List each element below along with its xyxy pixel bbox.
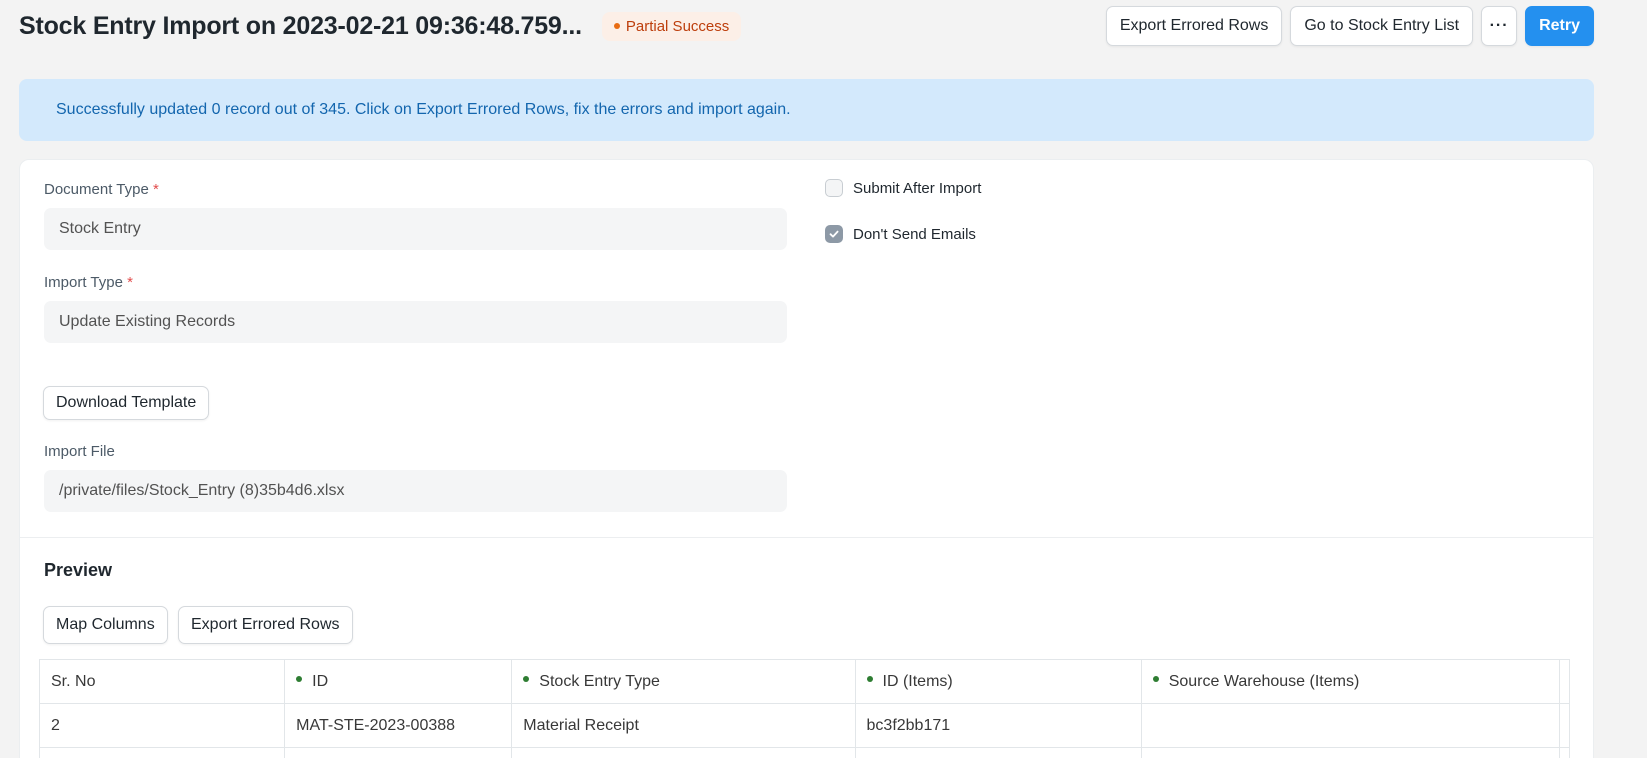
column-header-label: Source Warehouse (Items): [1168, 672, 1360, 690]
document-type-field[interactable]: Stock Entry: [44, 208, 787, 250]
column-header-label: ID: [312, 672, 329, 690]
mapped-dot-icon: [866, 676, 873, 683]
column-header-label: Sr. No: [51, 672, 96, 690]
page-title: Stock Entry Import on 2023-02-21 09:36:4…: [19, 11, 582, 40]
submit-after-import-row[interactable]: Submit After Import: [825, 179, 981, 197]
column-header-label: ID (Items): [882, 672, 953, 690]
download-template-button[interactable]: Download Template: [43, 386, 210, 420]
table-cell: [38, 747, 286, 758]
preview-table: Sr. No ID Stock Entry Type ID (Items) So…: [38, 659, 1571, 758]
table-cell-source-warehouse: [1140, 703, 1560, 748]
table-cell-overflow: [1558, 747, 1571, 758]
table-cell-sr-no: 2: [38, 703, 286, 748]
go-to-stock-entry-list-button[interactable]: Go to Stock Entry List: [1290, 6, 1474, 46]
document-type-label-text: Document Type: [44, 181, 149, 198]
more-actions-button[interactable]: ···: [1481, 6, 1518, 46]
import-file-label: Import File: [44, 443, 115, 460]
form-card: Document Type * Stock Entry Import Type …: [19, 159, 1594, 758]
page-head: Stock Entry Import on 2023-02-21 09:36:4…: [19, 0, 1594, 52]
export-errored-rows-button[interactable]: Export Errored Rows: [1105, 6, 1283, 46]
table-cell: [284, 747, 513, 758]
table-cell-stock-entry-type: Material Receipt: [511, 703, 856, 748]
status-badge: Partial Success: [601, 11, 742, 41]
required-marker: *: [152, 181, 159, 198]
column-header-sr-no[interactable]: Sr. No: [38, 659, 286, 704]
preview-section-title: Preview: [44, 560, 113, 580]
dont-send-emails-label: Don't Send Emails: [853, 225, 976, 243]
import-type-value: Update Existing Records: [59, 313, 236, 330]
column-header-id-items[interactable]: ID (Items): [854, 659, 1142, 704]
document-type-label: Document Type *: [44, 181, 159, 198]
submit-after-import-checkbox[interactable]: [825, 179, 843, 197]
mapped-dot-icon: [1152, 676, 1159, 683]
table-row: [38, 747, 1571, 758]
page-actions: Export Errored Rows Go to Stock Entry Li…: [1105, 6, 1594, 46]
table-header-row: Sr. No ID Stock Entry Type ID (Items) So…: [38, 659, 1571, 704]
status-label: Partial Success: [625, 17, 730, 35]
table-cell: [511, 747, 856, 758]
mapped-dot-icon: [296, 676, 303, 683]
column-header-source-warehouse-items[interactable]: Source Warehouse (Items): [1140, 659, 1560, 704]
retry-button[interactable]: Retry: [1525, 6, 1594, 46]
preview-export-errored-rows-button[interactable]: Export Errored Rows: [178, 606, 353, 644]
import-type-label-text: Import Type: [44, 274, 123, 291]
map-columns-button[interactable]: Map Columns: [43, 606, 168, 644]
check-icon: [829, 230, 839, 238]
title-wrap: Stock Entry Import on 2023-02-21 09:36:4…: [19, 11, 742, 41]
dont-send-emails-row[interactable]: Don't Send Emails: [825, 225, 976, 243]
column-header-label: Stock Entry Type: [539, 672, 660, 690]
import-type-field[interactable]: Update Existing Records: [44, 301, 787, 343]
import-status-alert: Successfully updated 0 record out of 345…: [19, 79, 1594, 141]
alert-message: Successfully updated 0 record out of 345…: [56, 101, 791, 118]
submit-after-import-label: Submit After Import: [853, 179, 982, 197]
status-dot-icon: [613, 23, 620, 29]
column-header-stock-entry-type[interactable]: Stock Entry Type: [511, 659, 856, 704]
table-row: 2 MAT-STE-2023-00388 Material Receipt bc…: [38, 703, 1571, 748]
mapped-dot-icon: [523, 676, 530, 683]
import-type-label: Import Type *: [44, 274, 133, 291]
table-cell: [1140, 747, 1560, 758]
table-cell-id-items: bc3f2bb171: [854, 703, 1142, 748]
section-divider: [20, 537, 1593, 538]
column-header-id[interactable]: ID: [284, 659, 513, 704]
required-marker: *: [127, 274, 133, 291]
table-cell-id: MAT-STE-2023-00388: [284, 703, 513, 748]
import-file-value: /private/files/Stock_Entry (8)35b4d6.xls…: [59, 482, 345, 499]
table-cell-overflow: [1558, 703, 1571, 748]
import-file-field[interactable]: /private/files/Stock_Entry (8)35b4d6.xls…: [44, 470, 787, 512]
document-type-value: Stock Entry: [59, 220, 141, 237]
dont-send-emails-checkbox[interactable]: [825, 225, 843, 243]
table-cell: [854, 747, 1142, 758]
column-header-overflow: [1558, 659, 1571, 704]
